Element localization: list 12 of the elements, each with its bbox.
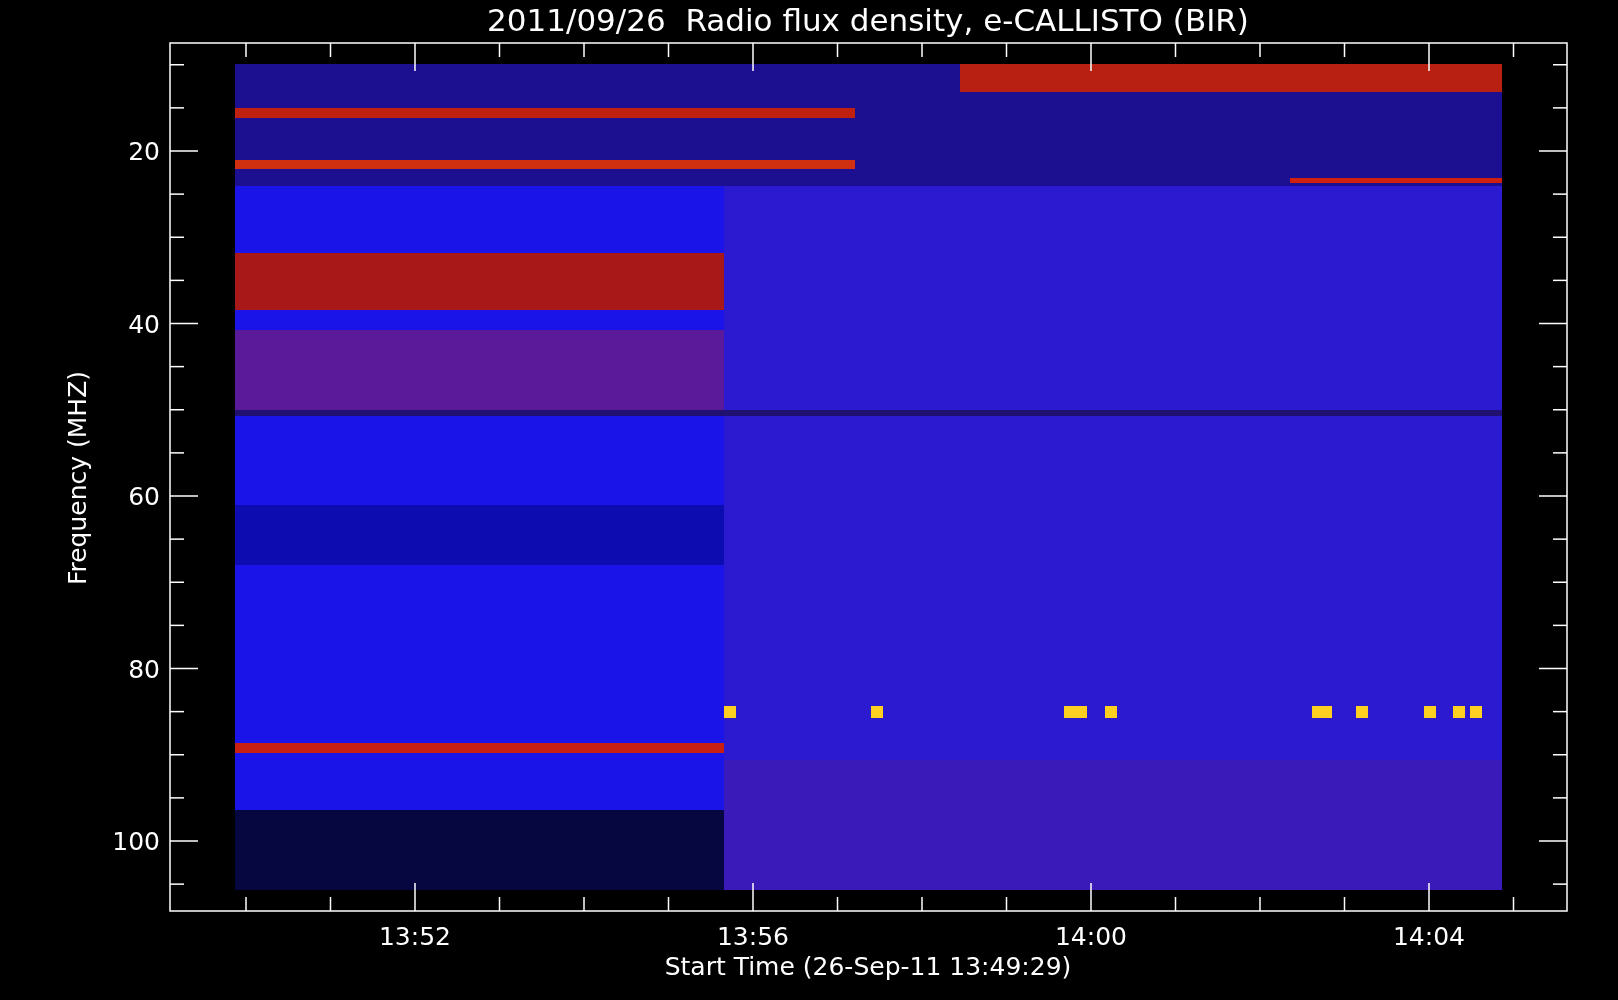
x-tick-label: 13:52 [379,922,451,951]
x-tick-label: 14:04 [1393,922,1465,951]
y-tick-label: 80 [128,654,160,684]
x-tick-label: 13:56 [717,922,789,951]
y-axis-label: Frequency (MHZ) [63,370,92,586]
y-tick-label: 100 [112,827,160,856]
y-tick-label: 60 [128,482,160,511]
chart-title: 2011/09/26 Radio flux density, e-CALLISTO (BIR) [487,2,1249,38]
y-tick-label: 20 [128,137,160,166]
x-tick-label: 14:00 [1055,922,1127,951]
x-axis-label: Start Time (26-Sep-11 13:49:29) [664,952,1072,981]
y-tick-label: 40 [128,309,160,339]
